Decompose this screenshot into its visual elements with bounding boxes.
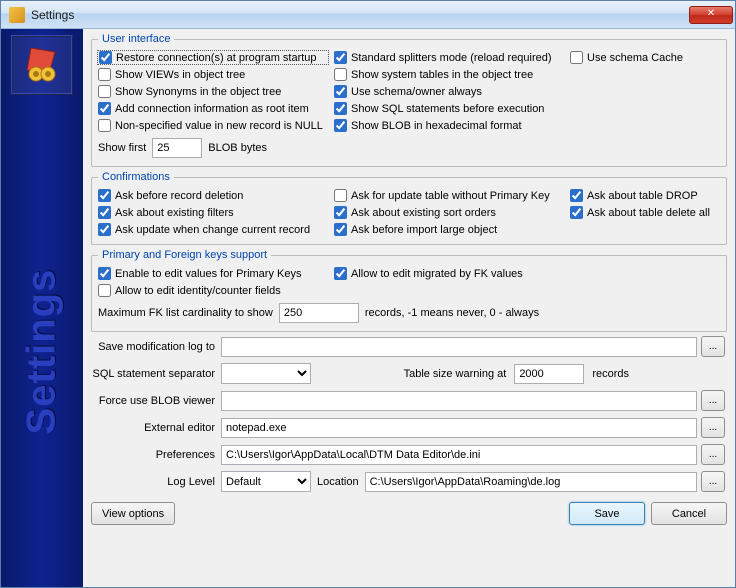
chk-show-sql-box[interactable]	[334, 102, 347, 115]
chk-edit-pk[interactable]: Enable to edit values for Primary Keys	[98, 267, 328, 280]
chk-ask-import-lob[interactable]: Ask before import large object	[334, 223, 564, 236]
forceblob-input[interactable]	[221, 391, 697, 411]
sidebar: Settings	[1, 29, 83, 587]
tablesize-input[interactable]	[514, 364, 584, 384]
exteditor-input[interactable]	[221, 418, 697, 438]
settings-window: Settings ✕ Settings User interface Res	[0, 0, 736, 588]
exteditor-browse[interactable]: ...	[701, 417, 725, 438]
exteditor-label: External editor	[91, 422, 217, 434]
forceblob-browse[interactable]: ...	[701, 390, 725, 411]
settings-icon	[21, 44, 63, 86]
chk-show-views-box[interactable]	[98, 68, 111, 81]
chk-edit-fk[interactable]: Allow to edit migrated by FK values	[334, 267, 720, 280]
save-button[interactable]: Save	[569, 502, 645, 525]
lower-fields: Save modification log to ... SQL stateme…	[91, 336, 727, 492]
location-label: Location	[317, 476, 359, 488]
legend-confirm: Confirmations	[98, 171, 174, 183]
chk-root-info-box[interactable]	[98, 102, 111, 115]
chk-ask-sorts[interactable]: Ask about existing sort orders	[334, 206, 564, 219]
bottom-bar: View options Save Cancel	[91, 502, 727, 525]
show-first-label: Show first	[98, 142, 146, 154]
savemodlog-input[interactable]	[221, 337, 697, 357]
chk-use-schema-always-box[interactable]	[334, 85, 347, 98]
legend-keys: Primary and Foreign keys support	[98, 249, 271, 261]
chk-ask-update-nopk[interactable]: Ask for update table without Primary Key	[334, 189, 564, 202]
chk-use-schema-always[interactable]: Use schema/owner always	[334, 85, 564, 98]
chk-null-spec[interactable]: Non-specified value in new record is NUL…	[98, 119, 328, 132]
show-first-input[interactable]	[152, 138, 202, 158]
sidebar-label: Settings	[20, 269, 65, 435]
sqlsep-select[interactable]	[221, 363, 311, 384]
show-first-suffix: BLOB bytes	[208, 142, 267, 154]
group-keys: Primary and Foreign keys support Enable …	[91, 249, 727, 332]
chk-use-schema-cache-box[interactable]	[570, 51, 583, 64]
maxfk-suffix: records, -1 means never, 0 - always	[365, 307, 539, 319]
titlebar[interactable]: Settings ✕	[1, 1, 735, 29]
chk-ask-filters[interactable]: Ask about existing filters	[98, 206, 328, 219]
chk-root-info[interactable]: Add connection information as root item	[98, 102, 328, 115]
chk-show-sql[interactable]: Show SQL statements before execution	[334, 102, 564, 115]
close-button[interactable]: ✕	[689, 6, 733, 24]
group-confirmations: Confirmations Ask before record deletion…	[91, 171, 727, 245]
tablesize-label: Table size warning at	[404, 368, 507, 380]
view-options-button[interactable]: View options	[91, 502, 175, 525]
chk-restore-connections-box[interactable]	[99, 51, 112, 64]
loglevel-label: Log Level	[91, 476, 217, 488]
chk-show-system-tables-box[interactable]	[334, 68, 347, 81]
tablesize-suffix: records	[592, 368, 629, 380]
group-user-interface: User interface Restore connection(s) at …	[91, 33, 727, 167]
sidebar-icon	[11, 35, 73, 95]
prefs-browse[interactable]: ...	[701, 444, 725, 465]
chk-ask-update-current[interactable]: Ask update when change current record	[98, 223, 328, 236]
chk-blob-hex-box[interactable]	[334, 119, 347, 132]
content-area: User interface Restore connection(s) at …	[83, 29, 735, 587]
chk-use-schema-cache[interactable]: Use schema Cache	[570, 51, 720, 64]
chk-ask-drop[interactable]: Ask about table DROP	[570, 189, 720, 202]
chk-standard-splitters-box[interactable]	[334, 51, 347, 64]
legend-ui: User interface	[98, 33, 174, 45]
savemodlog-label: Save modification log to	[91, 341, 217, 353]
chk-blob-hex[interactable]: Show BLOB in hexadecimal format	[334, 119, 564, 132]
chk-standard-splitters[interactable]: Standard splitters mode (reload required…	[334, 51, 564, 64]
chk-show-system-tables[interactable]: Show system tables in the object tree	[334, 68, 564, 81]
savemodlog-browse[interactable]: ...	[701, 336, 725, 357]
forceblob-label: Force use BLOB viewer	[91, 395, 217, 407]
window-title: Settings	[31, 8, 689, 22]
chk-null-spec-box[interactable]	[98, 119, 111, 132]
chk-edit-identity[interactable]: Allow to edit identity/counter fields	[98, 284, 328, 297]
chk-ask-delete[interactable]: Ask before record deletion	[98, 189, 328, 202]
loglevel-select[interactable]: Default	[221, 471, 311, 492]
prefs-label: Preferences	[91, 449, 217, 461]
cancel-button[interactable]: Cancel	[651, 502, 727, 525]
location-browse[interactable]: ...	[701, 471, 725, 492]
sqlsep-label: SQL statement separator	[91, 368, 217, 380]
chk-ask-delete-all[interactable]: Ask about table delete all	[570, 206, 720, 219]
chk-show-synonyms-box[interactable]	[98, 85, 111, 98]
location-input[interactable]	[365, 472, 697, 492]
app-icon	[9, 7, 25, 23]
prefs-input[interactable]	[221, 445, 697, 465]
maxfk-label: Maximum FK list cardinality to show	[98, 307, 273, 319]
chk-show-views[interactable]: Show VIEWs in object tree	[98, 68, 328, 81]
maxfk-input[interactable]	[279, 303, 359, 323]
chk-restore-connections[interactable]: Restore connection(s) at program startup	[97, 50, 329, 65]
chk-show-synonyms[interactable]: Show Synonyms in the object tree	[98, 85, 328, 98]
